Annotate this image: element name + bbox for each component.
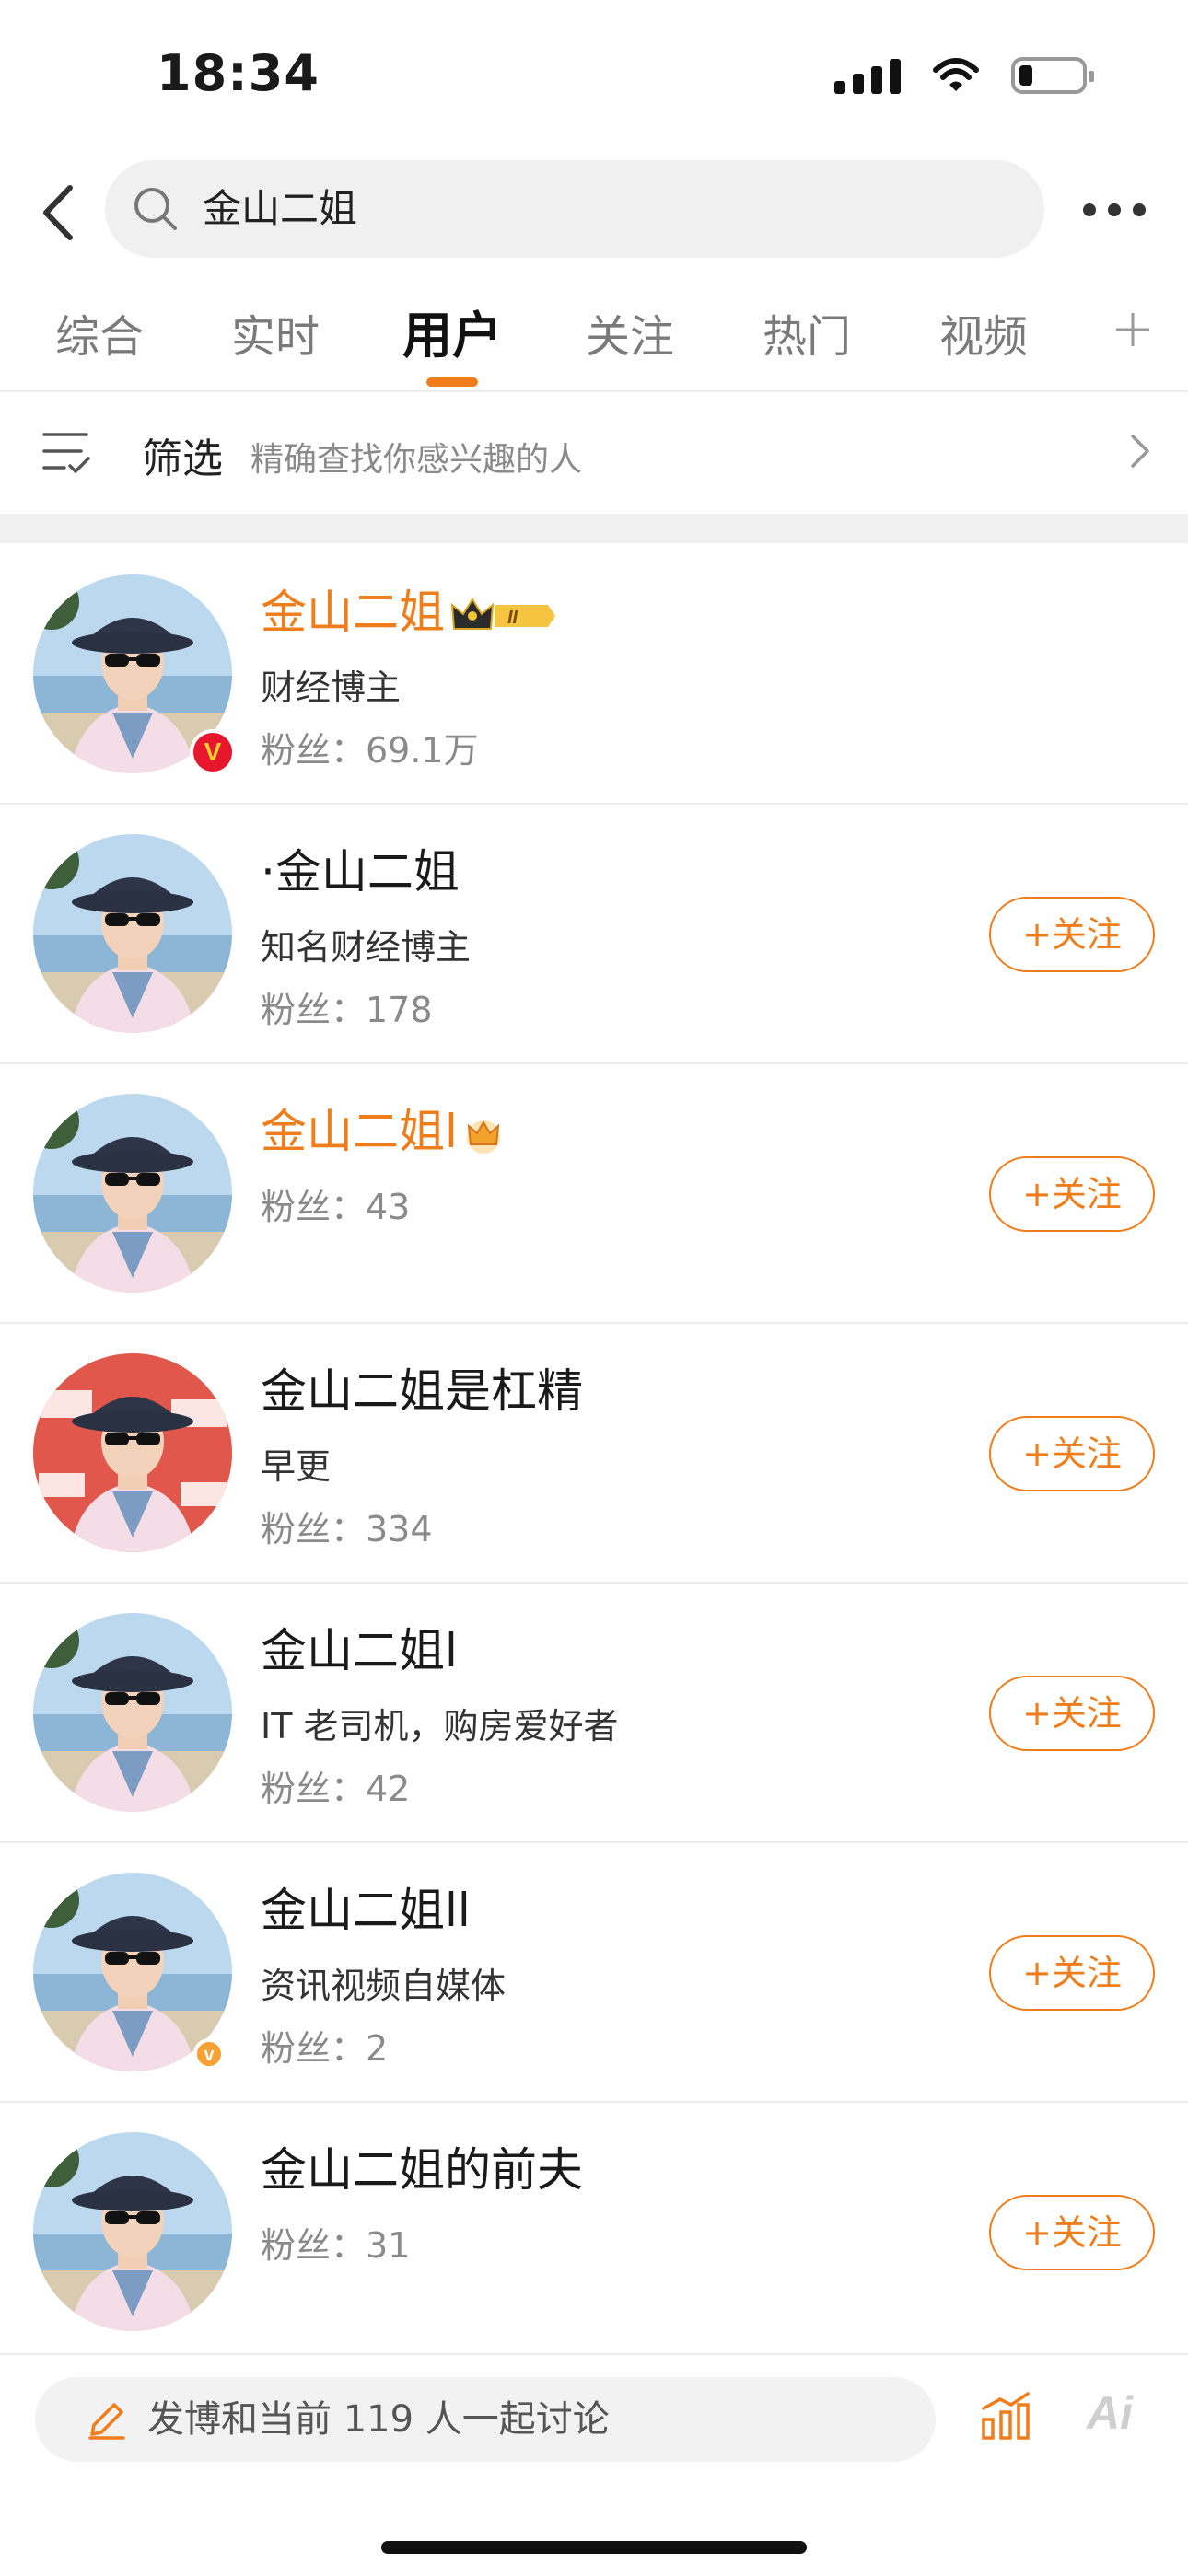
user-row[interactable]: 金山二姐是杠精 早更 粉丝：334 +关注 [0,1324,1188,1584]
tab-realtime[interactable]: 实时 [231,300,320,365]
user-description: 财经博主 [261,667,402,708]
back-arrow-icon[interactable] [33,180,88,245]
verified-badge-icon: v [193,2038,225,2070]
ai-icon[interactable]: Ai [1087,2386,1133,2440]
user-name[interactable]: 金山二姐的前夫 [261,2140,583,2200]
crown-level-badge-icon: II [450,597,555,630]
trend-chart-icon[interactable] [978,2388,1033,2443]
user-row[interactable]: 金山二姐l 粉丝：43 +关注 [0,1064,1188,1324]
user-name[interactable]: 金山二姐 II [261,582,559,643]
status-bar: 18:34 [0,0,1188,157]
discuss-text: 发博和当前 119 人一起讨论 [147,2398,610,2441]
tab-hot[interactable]: 热门 [763,300,851,365]
level-text: II [507,608,518,628]
search-query: 金山二姐 [203,186,358,231]
tab-comprehensive[interactable]: 综合 [55,300,144,365]
tab-users[interactable]: 用户 [402,295,502,367]
user-description: 资讯视频自媒体 [261,1966,507,2006]
avatar[interactable] [33,1353,232,1552]
user-name[interactable]: 金山二姐是杠精 [261,1361,583,1421]
fans-count: 粉丝：69.1万 [261,730,479,771]
home-indicator [381,2541,807,2554]
filter-hint: 精确查找你感兴趣的人 [250,441,583,479]
filter-label: 筛选 [142,435,223,482]
user-row[interactable]: ·金山二姐 知名财经博主 粉丝：178 +关注 [0,805,1188,1064]
user-name[interactable]: 金山二姐ll [261,1880,471,1941]
fans-count: 粉丝：334 [261,1509,433,1549]
active-tab-indicator [426,377,478,387]
fans-count: 粉丝：42 [261,1769,411,1809]
user-name[interactable]: ·金山二姐 [261,841,460,902]
status-time: 18:34 [157,44,320,102]
search-icon [134,188,177,230]
fans-count: 粉丝：31 [261,2225,411,2266]
crown-badge-icon [466,1120,500,1154]
user-name[interactable]: 金山二姐l [261,1620,458,1681]
fans-count: 粉丝：178 [261,990,433,1030]
search-input[interactable]: 金山二姐 [105,160,1044,258]
follow-button[interactable]: +关注 [989,1156,1155,1232]
follow-button[interactable]: +关注 [989,1935,1155,2011]
fans-count: 粉丝：2 [261,2028,389,2069]
tab-following[interactable]: 关注 [586,300,674,365]
follow-button[interactable]: +关注 [989,2195,1155,2270]
cellular-signal-icon [834,57,901,94]
wifi-icon [933,58,979,91]
chevron-right-icon [1131,435,1149,468]
tab-video[interactable]: 视频 [939,300,1028,365]
discuss-input[interactable]: 发博和当前 119 人一起讨论 [35,2377,936,2462]
status-icons [834,57,1094,94]
user-description: 早更 [261,1446,332,1487]
add-tab-icon[interactable] [1114,311,1151,348]
user-description: IT 老司机，购房爱好者 [261,1706,619,1746]
more-options-icon[interactable] [1083,199,1151,221]
pencil-icon [88,2403,125,2440]
user-row[interactable]: v 金山二姐ll 资讯视频自媒体 粉丝：2 +关注 [0,1843,1188,2103]
follow-button[interactable]: +关注 [989,1416,1155,1491]
follow-button[interactable]: +关注 [989,1676,1155,1751]
avatar[interactable] [33,2132,232,2331]
verified-badge-icon: V [190,729,236,775]
battery-icon [1011,57,1094,94]
fans-count: 粉丝：43 [261,1187,411,1227]
user-name[interactable]: 金山二姐l [261,1101,504,1162]
search-tabs: 综合 实时 用户 关注 热门 视频 [0,293,1188,389]
user-row[interactable]: 金山二姐l IT 老司机，购房爱好者 粉丝：42 +关注 [0,1584,1188,1843]
section-gap [0,514,1188,543]
user-description: 知名财经博主 [261,927,472,968]
avatar[interactable] [33,1613,232,1812]
filter-icon [42,433,90,473]
avatar[interactable] [33,834,232,1033]
avatar[interactable] [33,1094,232,1293]
user-row[interactable]: V 金山二姐 II 财经博主 粉丝：69.1万 [0,545,1188,805]
user-row[interactable]: 金山二姐的前夫 粉丝：31 +关注 [0,2103,1188,2362]
follow-button[interactable]: +关注 [989,897,1155,972]
filter-bar[interactable]: 筛选 精确查找你感兴趣的人 [0,390,1188,514]
